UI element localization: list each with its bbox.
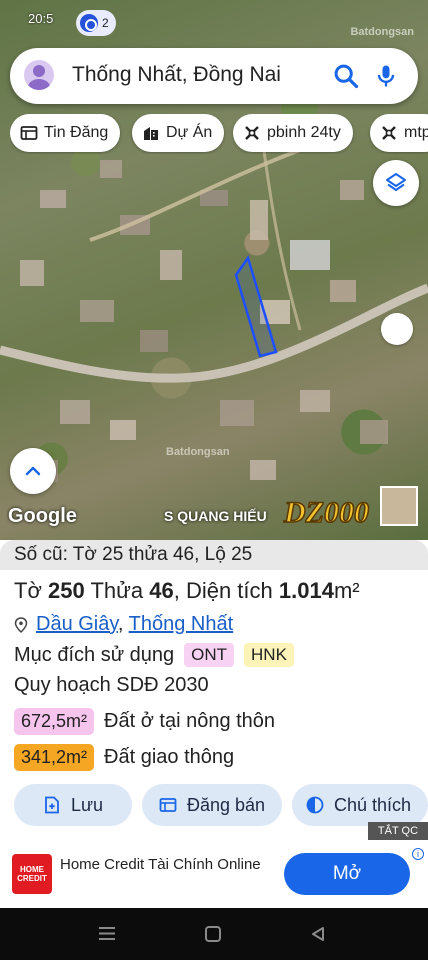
avatar-icon[interactable] <box>24 60 54 90</box>
location-line: Dầu Giây, Thống Nhất <box>14 613 233 636</box>
purpose-badge-ont: ONT <box>184 643 235 667</box>
save-plus-icon <box>45 796 59 814</box>
chip-tin-dang[interactable]: Tin Đăng <box>10 114 121 152</box>
streamer-logo-text: DZ000 <box>283 496 369 529</box>
satellite-map[interactable]: 20:5 2 Batdongsan Thống Nhất, Đồng Nai T… <box>0 0 428 540</box>
notification-pill[interactable]: 2 <box>76 10 116 36</box>
sheet-label: Tờ <box>14 578 42 603</box>
location-marker[interactable] <box>381 313 413 345</box>
plot-number: 46 <box>149 578 174 603</box>
area-value-chip: 672,5m² <box>14 708 95 735</box>
back-icon[interactable] <box>310 926 326 942</box>
planning-title: Quy hoạch SDĐ 2030 <box>14 674 209 696</box>
pin-icon <box>14 616 28 633</box>
parcel-info-panel: Số cũ: Tờ 25 thửa 46, Lộ 25 Tờ 250 Thửa … <box>0 540 428 908</box>
post-sale-button-label: Đăng bán <box>186 794 266 815</box>
google-logo: Google <box>8 505 77 527</box>
watermark-center: Batdongsan <box>166 446 230 458</box>
chip-label: Tin Đăng <box>44 124 109 141</box>
area-value-chip: 341,2m² <box>14 744 95 771</box>
filter-chips: Tin Đăng Dự Án pbinh 24ty mtp <box>10 114 428 154</box>
system-navigation-bar <box>0 908 428 960</box>
plot-label: Thửa <box>90 578 144 603</box>
save-button-label: Lưu <box>70 794 104 815</box>
layers-icon <box>386 173 406 191</box>
chip-label: mtp <box>404 124 428 141</box>
home-icon[interactable] <box>205 926 221 942</box>
building-icon <box>144 127 158 140</box>
notification-count: 2 <box>102 16 109 30</box>
listing-icon <box>20 126 38 140</box>
area-label: Diện tích <box>185 578 273 603</box>
chip-du-an[interactable]: Dự Án <box>132 114 225 152</box>
cross-icon <box>382 126 396 140</box>
chevron-up-icon <box>25 466 41 476</box>
mic-icon[interactable] <box>372 62 400 90</box>
close-ad-button[interactable]: TẮT QC <box>368 822 428 840</box>
ad-open-button[interactable]: Mở <box>284 853 410 895</box>
recents-icon[interactable] <box>99 926 115 941</box>
area-row-traffic: 341,2m² Đất giao thông <box>14 744 234 771</box>
streamer-avatar <box>380 486 418 526</box>
post-sale-button[interactable]: Đăng bán <box>142 784 282 826</box>
land-use-purpose: Mục đích sử dụng ONT HNK <box>14 643 294 667</box>
area-unit: m² <box>333 578 360 603</box>
location-commune-link[interactable]: Dầu Giây <box>36 613 118 635</box>
broadcast-icon <box>80 14 98 32</box>
search-bar[interactable]: Thống Nhất, Đồng Nai <box>10 48 418 104</box>
area-value: 1.014 <box>278 578 334 603</box>
purpose-label: Mục đích sử dụng <box>14 643 175 666</box>
listing-icon <box>159 798 177 812</box>
search-input[interactable]: Thống Nhất, Đồng Nai <box>72 63 281 87</box>
legend-icon <box>306 796 324 814</box>
area-type-label: Đất ở tại nông thôn <box>104 710 276 732</box>
watermark: Batdongsan <box>350 26 414 38</box>
chip-label: Dự Án <box>166 124 213 141</box>
legend-button[interactable]: Chú thích <box>292 784 428 826</box>
ad-title: Home Credit Tài Chính Online <box>60 856 261 873</box>
old-parcel-number: Số cũ: Tờ 25 thửa 46, Lộ 25 <box>14 544 253 565</box>
area-type-label: Đất giao thông <box>104 746 235 768</box>
chip-mtp[interactable]: mtp <box>370 114 428 152</box>
panel-header: Số cũ: Tờ 25 thửa 46, Lộ 25 <box>0 540 428 570</box>
save-button[interactable]: Lưu <box>14 784 132 826</box>
ad-info-icon[interactable]: i <box>412 848 424 860</box>
overlay-text: S QUANG HIẾU <box>164 508 267 524</box>
chip-pbinh[interactable]: pbinh 24ty <box>233 114 353 152</box>
location-separator: , <box>117 613 124 635</box>
chip-label: pbinh 24ty <box>267 124 341 141</box>
area-row-residential: 672,5m² Đất ở tại nông thôn <box>14 708 275 735</box>
home-credit-logo: HOME CREDIT <box>12 854 52 894</box>
cross-icon <box>245 126 259 140</box>
sheet-number: 250 <box>48 578 85 603</box>
ad-banner[interactable]: HOME CREDIT Home Credit Tài Chính Online… <box>0 840 428 906</box>
expand-up-button[interactable] <box>10 448 56 494</box>
purpose-badge-hnk: HNK <box>244 643 294 667</box>
search-icon[interactable] <box>332 62 360 90</box>
parcel-summary: Tờ 250 Thửa 46, Diện tích 1.014m² <box>14 578 360 603</box>
layers-button[interactable] <box>373 160 419 206</box>
legend-button-label: Chú thích <box>334 794 412 815</box>
streamer-logo: DZ000 <box>282 495 370 530</box>
status-time: 20:5 <box>28 11 54 26</box>
location-district-link[interactable]: Thống Nhất <box>129 613 234 635</box>
